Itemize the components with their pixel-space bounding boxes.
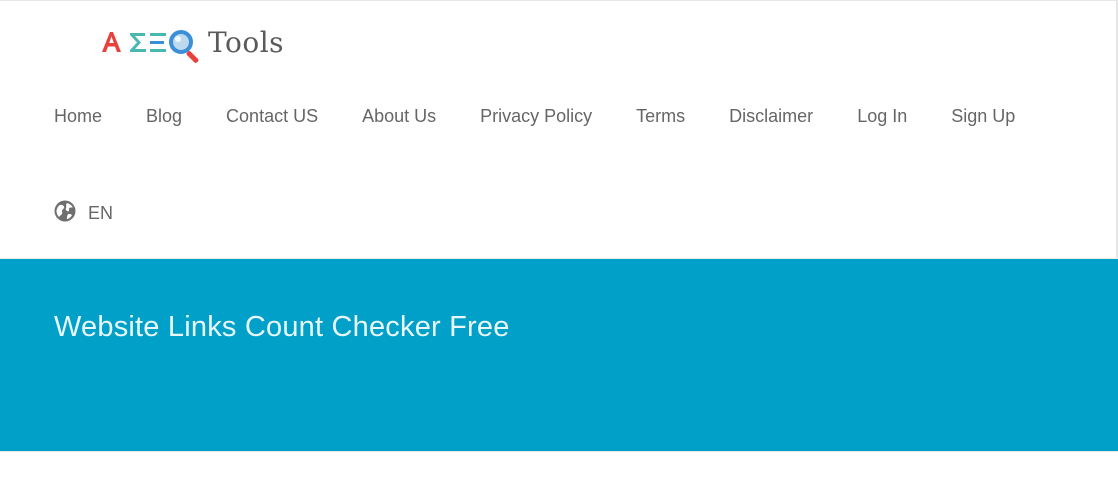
- language-selector[interactable]: EN: [54, 200, 113, 227]
- nav-home[interactable]: Home: [54, 106, 102, 127]
- page-banner: Website Links Count Checker Free: [0, 258, 1118, 451]
- logo-mark: [102, 30, 199, 63]
- language-label: EN: [88, 203, 114, 223]
- top-border: [0, 0, 1118, 1]
- nav-privacy-policy[interactable]: Privacy Policy: [480, 106, 592, 127]
- nav-blog[interactable]: Blog: [146, 106, 182, 127]
- nav-about-us[interactable]: About Us: [362, 106, 436, 127]
- main-nav: Home Blog Contact US About Us Privacy Po…: [54, 106, 1015, 127]
- nav-terms[interactable]: Terms: [636, 106, 685, 127]
- nav-log-in[interactable]: Log In: [857, 106, 907, 127]
- site-logo[interactable]: Tools: [100, 22, 300, 68]
- nav-contact-us[interactable]: Contact US: [226, 106, 318, 127]
- page: Tools Home Blog Contact US About Us Priv…: [0, 0, 1118, 486]
- globe-icon: [54, 200, 76, 227]
- page-title: Website Links Count Checker Free: [54, 311, 510, 343]
- logo-text: Tools: [208, 25, 285, 59]
- divider: [0, 451, 1118, 452]
- nav-disclaimer[interactable]: Disclaimer: [729, 106, 813, 127]
- nav-sign-up[interactable]: Sign Up: [951, 106, 1015, 127]
